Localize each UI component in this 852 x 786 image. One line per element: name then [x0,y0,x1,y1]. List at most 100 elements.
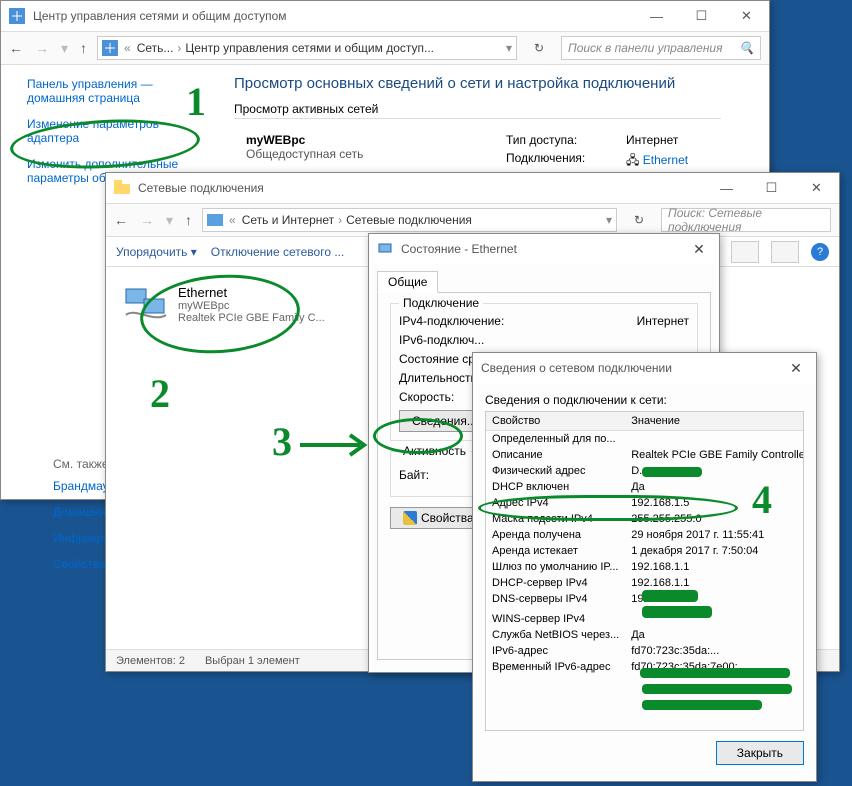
value-cell: Realtek PCIe GBE Family Controller [625,447,804,463]
table-row[interactable]: ОписаниеRealtek PCIe GBE Family Controll… [486,447,804,463]
property-cell: Физический адрес [486,463,625,479]
dropdown-icon[interactable]: ▾ [506,41,512,55]
value-cell: 255.255.255.0 [625,511,804,527]
forward-button: → [35,40,49,57]
close-button[interactable]: ✕ [724,1,769,31]
address-bar[interactable]: « Сеть и Интернет› Сетевые подключения ▾ [202,208,617,232]
folder-icon [114,180,130,196]
search-input[interactable]: Поиск: Сетевые подключения [661,208,831,232]
preview-button[interactable] [771,241,799,263]
table-row[interactable]: DHCP-сервер IPv4192.168.1.1 [486,575,804,591]
connections-label: Подключения: [506,151,626,172]
close-button[interactable]: ✕ [679,241,719,258]
history-dropdown[interactable]: ▾ [166,212,173,229]
forward-button: → [140,212,154,229]
tab-general[interactable]: Общие [377,271,438,293]
table-row[interactable]: Определенный для по... [486,431,804,448]
history-dropdown[interactable]: ▾ [61,40,68,57]
value-cell: 192.168.1.1 [625,559,804,575]
speed-label: Скорость: [399,390,454,404]
search-input[interactable]: Поиск в панели управления 🔍 [561,36,761,60]
back-button[interactable]: ← [114,212,128,229]
value-cell: 192.168.1.1 [625,575,804,591]
value-cell: Да [625,479,804,495]
titlebar: Центр управления сетями и общим доступом… [1,1,769,31]
close-dialog-button[interactable]: Закрыть [716,741,804,765]
breadcrumb[interactable]: Сеть...› Центр управления сетями и общим… [137,41,500,55]
property-cell: DHCP-сервер IPv4 [486,575,625,591]
titlebar: Сведения о сетевом подключении ✕ [473,353,816,383]
table-row[interactable]: DNS-серверы IPv4192.168.1.16 [486,591,804,607]
table-row[interactable]: Аренда получена29 ноября 2017 г. 11:55:4… [486,527,804,543]
connection-legend: Подключение [399,296,483,310]
property-cell: Шлюз по умолчанию IP... [486,559,625,575]
back-button[interactable]: ← [9,40,23,57]
organize-menu[interactable]: Упорядочить ▾ [116,245,197,259]
network-center-icon [102,40,118,56]
adapter-name: Ethernet [178,285,325,300]
minimize-button[interactable]: — [634,1,679,31]
close-button[interactable]: ✕ [776,360,816,377]
property-cell: Адрес IPv4 [486,495,625,511]
breadcrumb[interactable]: Сеть и Интернет› Сетевые подключения [242,213,600,227]
maximize-button[interactable]: ☐ [679,1,724,31]
adapter-item-ethernet[interactable]: Ethernet myWEBpc Realtek PCIe GBE Family… [120,281,360,329]
property-cell: Временный IPv6-адрес [486,659,625,675]
dropdown-icon[interactable]: ▾ [606,213,612,227]
ipv6-conn-label: IPv6-подключ... [399,333,484,347]
table-row[interactable]: Адрес IPv4192.168.1.5 [486,495,804,511]
table-row[interactable]: Шлюз по умолчанию IP...192.168.1.1 [486,559,804,575]
shield-icon [403,511,417,525]
ethernet-adapter-icon [124,285,168,325]
col-property[interactable]: Свойство [486,412,625,431]
property-cell: Описание [486,447,625,463]
up-button[interactable]: ↑ [185,212,192,229]
table-row[interactable]: Аренда истекает1 декабря 2017 г. 7:50:04 [486,543,804,559]
network-type: Общедоступная сеть [246,147,506,161]
selection-count: Выбран 1 элемент [205,655,300,667]
property-cell: DHCP включен [486,479,625,495]
table-row[interactable]: Временный IPv6-адресfd70:723c:35da:7e00:… [486,659,804,675]
sidebar-adapter-settings-link[interactable]: Изменение параметров адаптера [27,117,204,145]
window-title: Центр управления сетями и общим доступом [33,9,634,23]
value-cell [625,431,804,448]
view-button[interactable] [731,241,759,263]
property-cell: Аренда истекает [486,543,625,559]
table-row[interactable]: Служба NetBIOS через...Да [486,627,804,643]
table-row[interactable]: WINS-сервер IPv4 [486,611,804,627]
connection-link[interactable]: Ethernet [643,153,688,167]
address-bar[interactable]: « Сеть...› Центр управления сетями и общ… [97,36,517,60]
refresh-button[interactable]: ↻ [527,41,551,55]
titlebar: Состояние - Ethernet ✕ [369,234,719,264]
maximize-button[interactable]: ☐ [749,173,794,203]
table-row[interactable]: DHCP включенДа [486,479,804,495]
table-row[interactable]: Физический адресD... [486,463,804,479]
dialog-title: Сведения о сетевом подключении [481,361,776,375]
page-title: Просмотр основных сведений о сети и наст… [234,75,751,92]
up-button[interactable]: ↑ [80,40,87,57]
sidebar-home-link[interactable]: Панель управления — домашняя страница [27,77,204,105]
disable-device-button[interactable]: Отключение сетевого ... [211,245,345,259]
nav-toolbar: ← → ▾ ↑ « Сеть...› Центр управления сетя… [1,31,769,65]
value-cell: 192.168.1.5 [625,495,804,511]
property-cell: Служба NetBIOS через... [486,627,625,643]
value-cell [625,611,804,627]
refresh-button[interactable]: ↻ [627,213,651,227]
duration-label: Длительность: [399,371,480,385]
activity-legend: Активность [399,444,470,458]
value-cell: Да [625,627,804,643]
minimize-button[interactable]: — [704,173,749,203]
nav-toolbar: ← → ▾ ↑ « Сеть и Интернет› Сетевые подкл… [106,203,839,237]
col-value[interactable]: Значение [625,412,804,431]
ethernet-icon: 🖧 [626,153,639,167]
property-cell: Маска подсети IPv4 [486,511,625,527]
table-row[interactable]: IPv6-адресfd70:723c:35da:... [486,643,804,659]
item-count: Элементов: 2 [116,655,185,667]
property-cell: Определенный для по... [486,431,625,448]
value-cell: D... [625,463,804,479]
access-label: Тип доступа: [506,133,626,147]
help-button[interactable]: ? [811,243,829,261]
table-row[interactable]: Маска подсети IPv4255.255.255.0 [486,511,804,527]
close-button[interactable]: ✕ [794,173,839,203]
active-networks-header: Просмотр активных сетей [234,102,751,119]
